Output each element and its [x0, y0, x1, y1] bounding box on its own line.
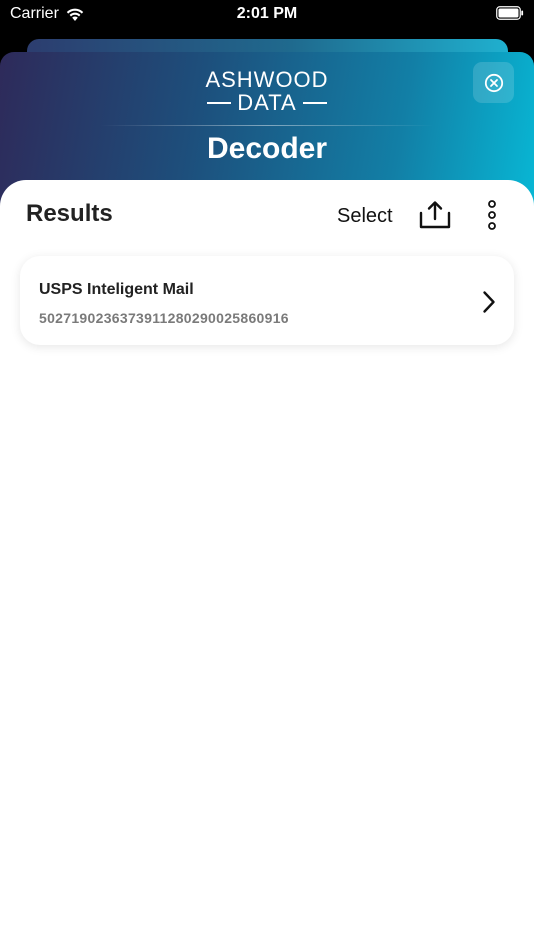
decoder-sheet: ASHWOOD DATA Decoder Results Select USPS…: [0, 52, 534, 950]
chevron-right-icon: [483, 291, 495, 313]
result-item[interactable]: USPS Inteligent Mail 5027190236373911280…: [20, 256, 514, 345]
share-icon[interactable]: [418, 200, 452, 230]
app-screen: Carrier 2:01 PM ASHWOOD DATA Decoder Res…: [0, 0, 534, 950]
close-button[interactable]: [473, 62, 514, 103]
result-value-text: 50271902363739112802900258609​16: [39, 310, 289, 326]
more-vertical-icon[interactable]: [484, 200, 500, 230]
result-type-label: USPS Inteligent Mail: [39, 281, 194, 298]
close-circle-icon: [484, 73, 503, 92]
status-bar: Carrier 2:01 PM: [0, 0, 534, 30]
logo-dash-right: [302, 102, 327, 104]
header-divider: [100, 125, 434, 126]
battery-icon: [496, 6, 524, 20]
brand-logo: ASHWOOD DATA: [0, 68, 534, 114]
logo-dash-left: [207, 102, 232, 104]
logo-bottom-row: DATA: [0, 92, 534, 114]
page-title: Decoder: [206, 132, 328, 165]
logo-top-text: ASHWOOD: [205, 67, 329, 92]
logo-bottom-text: DATA: [237, 90, 297, 115]
results-heading: Results: [26, 200, 113, 227]
status-time: 2:01 PM: [236, 5, 298, 22]
results-panel: Results Select USPS Inteligent Mail 5027…: [0, 180, 534, 950]
select-button[interactable]: Select: [337, 205, 393, 228]
